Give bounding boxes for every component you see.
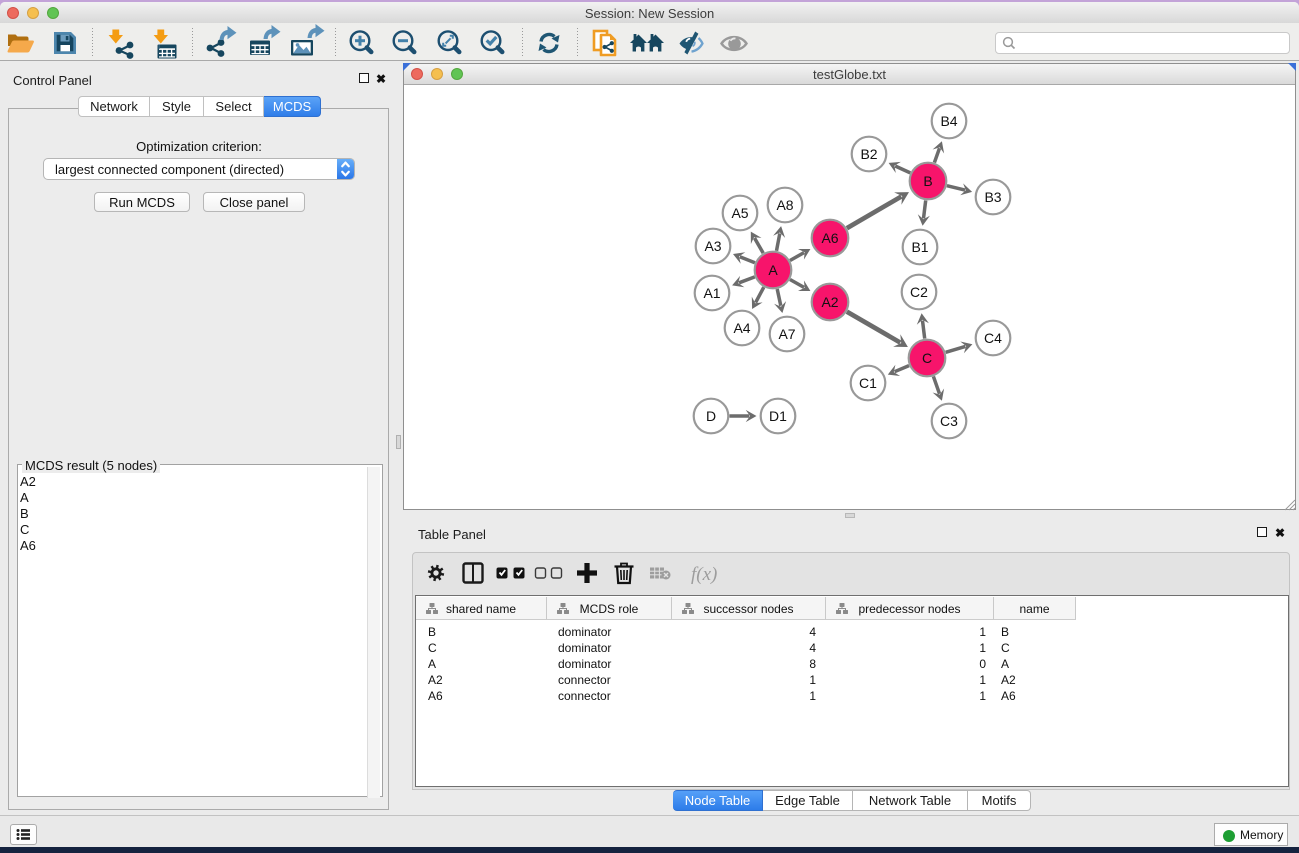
svg-text:A2: A2 (821, 294, 838, 310)
svg-text:B: B (923, 173, 932, 189)
svg-text:D: D (706, 408, 716, 424)
svg-text:A5: A5 (731, 205, 748, 221)
svg-text:B2: B2 (860, 146, 877, 162)
svg-text:A: A (768, 262, 778, 278)
svg-text:B1: B1 (911, 239, 928, 255)
svg-text:C2: C2 (910, 284, 928, 300)
svg-text:A1: A1 (703, 285, 720, 301)
svg-text:A8: A8 (776, 197, 793, 213)
svg-text:C: C (922, 350, 932, 366)
svg-text:A4: A4 (733, 320, 750, 336)
svg-text:B4: B4 (940, 113, 957, 129)
svg-text:A6: A6 (821, 230, 838, 246)
svg-text:A3: A3 (704, 238, 721, 254)
svg-text:f(x): f(x) (691, 564, 717, 585)
svg-text:B3: B3 (984, 189, 1001, 205)
svg-text:C4: C4 (984, 330, 1002, 346)
svg-text:A7: A7 (778, 326, 795, 342)
svg-text:C3: C3 (940, 413, 958, 429)
svg-text:C1: C1 (859, 375, 877, 391)
svg-text:D1: D1 (769, 408, 787, 424)
